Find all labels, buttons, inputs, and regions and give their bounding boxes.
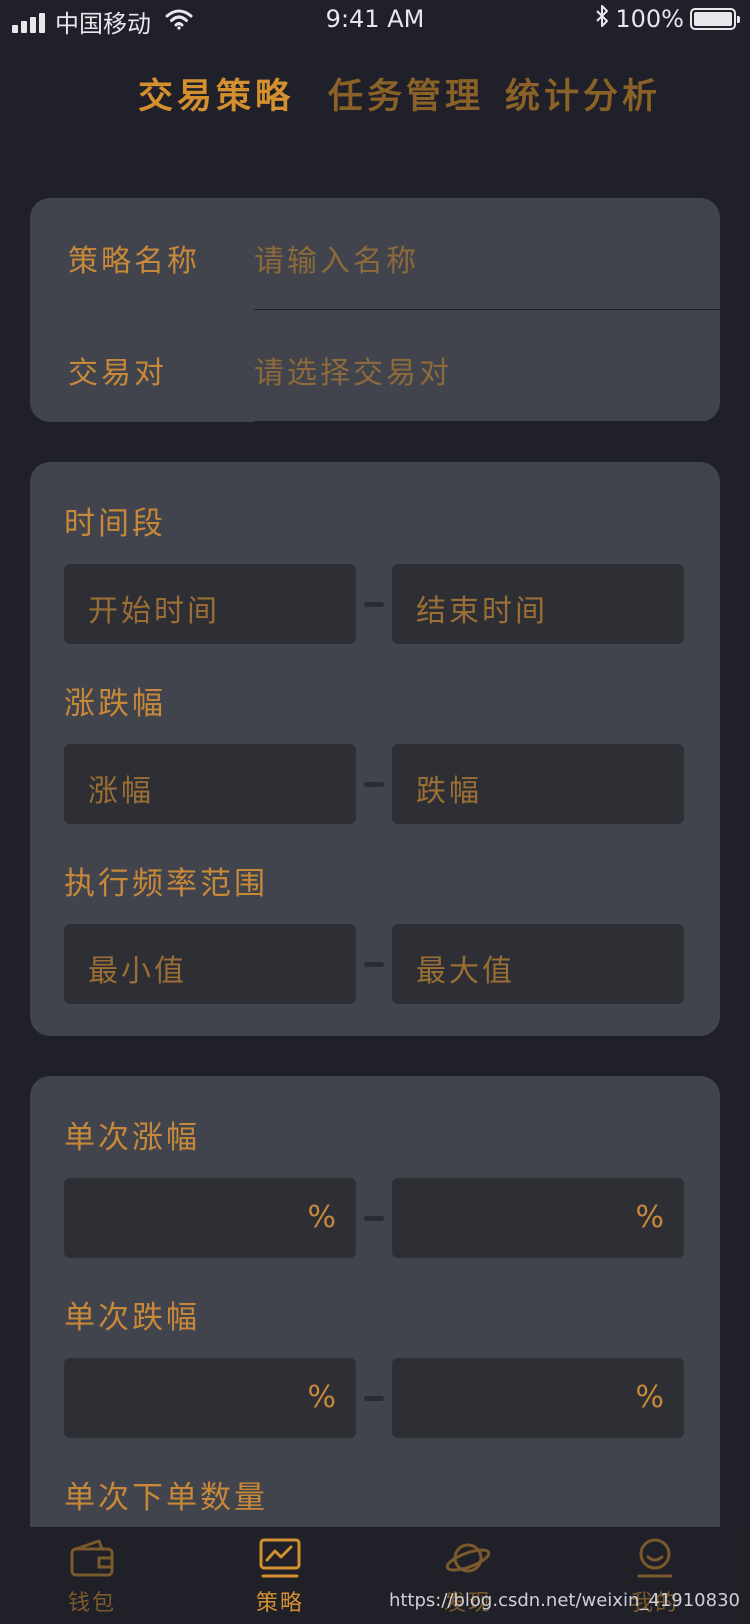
max-placeholder: 最大值 <box>416 954 515 989</box>
start-time-input[interactable]: 开始时间 <box>64 564 356 644</box>
battery-percent: 100% <box>615 5 684 33</box>
tab-statistics[interactable]: 统计分析 <box>505 68 661 119</box>
tab-trading-strategy[interactable]: 交易策略 <box>138 68 294 119</box>
single-quantity-label: 单次下单数量 <box>64 1480 268 1516</box>
bluetooth-icon <box>595 4 609 34</box>
start-time-placeholder: 开始时间 <box>88 594 220 629</box>
range-separator <box>364 782 384 787</box>
nav-strategy-label: 策略 <box>255 1591 304 1616</box>
range-separator <box>364 1216 384 1221</box>
single-rise-min-input[interactable]: % <box>64 1178 356 1258</box>
percent-unit: % <box>307 1200 336 1235</box>
planet-icon <box>408 1533 528 1583</box>
top-tabs: 交易策略 任务管理 统计分析 <box>0 68 750 124</box>
range-settings-card: 时间段 开始时间 结束时间 涨跌幅 涨幅 跌幅 执行频率范围 最小值 最大值 <box>30 462 720 1036</box>
single-rise-max-input[interactable]: % <box>392 1178 684 1258</box>
status-bar: 中国移动 9:41 AM 100% <box>0 0 750 40</box>
min-placeholder: 最小值 <box>88 954 187 989</box>
battery-icon <box>690 8 740 30</box>
max-frequency-input[interactable]: 最大值 <box>392 924 684 1004</box>
bottom-nav: 钱包 策略 发现 我的 https://blog.csdn.net/weixin… <box>0 1527 750 1624</box>
trading-pair-label: 交易对 <box>68 356 167 391</box>
end-time-input[interactable]: 结束时间 <box>392 564 684 644</box>
percent-unit: % <box>307 1380 336 1415</box>
basic-info-card: 策略名称 请输入名称 交易对 请选择交易对 <box>30 198 720 422</box>
wallet-icon <box>32 1533 152 1583</box>
single-rise-label: 单次涨幅 <box>64 1120 200 1156</box>
strategy-name-row: 策略名称 请输入名称 <box>30 198 720 310</box>
min-frequency-input[interactable]: 最小值 <box>64 924 356 1004</box>
single-fall-label: 单次跌幅 <box>64 1300 200 1336</box>
divider <box>254 421 720 422</box>
watermark-text: https://blog.csdn.net/weixin_41910830 <box>388 1590 740 1611</box>
status-right: 100% <box>595 4 740 34</box>
single-fall-max-input[interactable]: % <box>392 1358 684 1438</box>
strategy-name-input[interactable]: 请输入名称 <box>254 236 419 280</box>
rise-input[interactable]: 涨幅 <box>64 744 356 824</box>
percent-unit: % <box>635 1380 664 1415</box>
nav-wallet-label: 钱包 <box>67 1591 116 1616</box>
fall-placeholder: 跌幅 <box>416 774 482 809</box>
rise-placeholder: 涨幅 <box>88 774 154 809</box>
nav-strategy[interactable]: 策略 <box>220 1527 340 1624</box>
single-fall-min-input[interactable]: % <box>64 1358 356 1438</box>
change-range-label: 涨跌幅 <box>64 686 166 722</box>
range-separator <box>364 602 384 607</box>
strategy-name-label: 策略名称 <box>68 244 200 279</box>
range-separator <box>364 1396 384 1401</box>
trading-pair-select[interactable]: 请选择交易对 <box>254 348 452 392</box>
frequency-range-label: 执行频率范围 <box>64 866 268 902</box>
percent-unit: % <box>635 1200 664 1235</box>
range-separator <box>364 962 384 967</box>
user-icon <box>595 1533 715 1583</box>
fall-input[interactable]: 跌幅 <box>392 744 684 824</box>
nav-wallet[interactable]: 钱包 <box>32 1527 152 1624</box>
tab-task-management[interactable]: 任务管理 <box>328 68 484 119</box>
trading-pair-row: 交易对 请选择交易对 <box>30 310 720 422</box>
chart-icon <box>220 1533 340 1583</box>
time-range-label: 时间段 <box>64 506 166 542</box>
end-time-placeholder: 结束时间 <box>416 594 548 629</box>
